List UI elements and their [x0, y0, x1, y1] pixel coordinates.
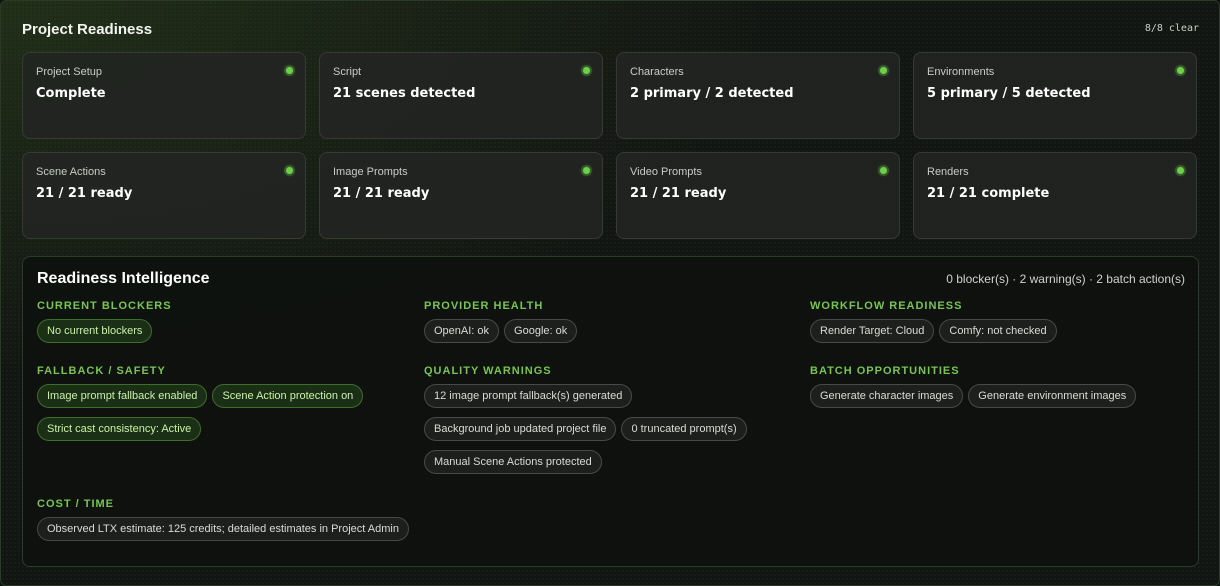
section-heading: QUALITY WARNINGS [424, 365, 552, 377]
status-dot-icon [286, 167, 293, 174]
card-value: 5 primary / 5 detected [927, 86, 1091, 101]
card-label: Characters [630, 66, 684, 78]
card-value: 21 / 21 ready [333, 186, 430, 201]
section-fallback-safety: FALLBACK / SAFETY Image prompt fallback … [37, 365, 407, 441]
card-value: 21 / 21 ready [630, 186, 727, 201]
card-value: 2 primary / 2 detected [630, 86, 794, 101]
chip-manual-scene-actions: Manual Scene Actions protected [424, 450, 602, 474]
card-video-prompts: Video Prompts 21 / 21 ready [616, 152, 900, 239]
status-dot-icon [1177, 67, 1184, 74]
status-dot-icon [880, 167, 887, 174]
chip-background-job: Background job updated project file [424, 417, 617, 441]
card-environments: Environments 5 primary / 5 detected [913, 52, 1197, 139]
chip-scene-action-protection: Scene Action protection on [212, 384, 364, 408]
chip-cost-estimate: Observed LTX estimate: 125 credits; deta… [37, 517, 409, 541]
chip-image-prompt-fallback: Image prompt fallback enabled [37, 384, 208, 408]
chip-comfy-status: Comfy: not checked [939, 319, 1057, 343]
chip-strict-cast-consistency: Strict cast consistency: Active [37, 417, 202, 441]
card-label: Environments [927, 66, 995, 78]
section-heading: FALLBACK / SAFETY [37, 365, 166, 377]
card-value: 21 / 21 ready [36, 186, 133, 201]
generate-environment-images-button[interactable]: Generate environment images [968, 384, 1137, 408]
intelligence-title: Readiness Intelligence [37, 270, 210, 287]
status-dot-icon [1177, 167, 1184, 174]
clear-status: 8/8 clear [1144, 23, 1199, 34]
card-scene-actions: Scene Actions 21 / 21 ready [22, 152, 306, 239]
section-quality-warnings: QUALITY WARNINGS 12 image prompt fallbac… [424, 365, 794, 474]
status-dot-icon [286, 67, 293, 74]
status-dot-icon [583, 167, 590, 174]
card-value: 21 scenes detected [333, 86, 476, 101]
section-current-blockers: CURRENT BLOCKERS No current blockers [37, 300, 407, 343]
card-label: Image Prompts [333, 166, 408, 178]
chip-truncated-prompts: 0 truncated prompt(s) [621, 417, 747, 441]
section-cost-time: COST / TIME Observed LTX estimate: 125 c… [37, 498, 537, 541]
status-dot-icon [583, 67, 590, 74]
section-heading: COST / TIME [37, 498, 114, 510]
section-heading: PROVIDER HEALTH [424, 300, 544, 312]
card-label: Renders [927, 166, 969, 178]
section-heading: CURRENT BLOCKERS [37, 300, 172, 312]
panel-title: Project Readiness [22, 21, 153, 38]
chip-render-target: Render Target: Cloud [810, 319, 935, 343]
card-value: 21 / 21 complete [927, 186, 1050, 201]
card-project-setup: Project Setup Complete [22, 52, 306, 139]
card-renders: Renders 21 / 21 complete [913, 152, 1197, 239]
section-heading: BATCH OPPORTUNITIES [810, 365, 960, 377]
chip-image-prompt-fallbacks: 12 image prompt fallback(s) generated [424, 384, 633, 408]
section-provider-health: PROVIDER HEALTH OpenAI: ok Google: ok [424, 300, 794, 343]
section-heading: WORKFLOW READINESS [810, 300, 963, 312]
card-label: Script [333, 66, 362, 78]
card-characters: Characters 2 primary / 2 detected [616, 52, 900, 139]
card-label: Scene Actions [36, 166, 106, 178]
card-image-prompts: Image Prompts 21 / 21 ready [319, 152, 603, 239]
chip-no-blockers: No current blockers [37, 319, 153, 343]
card-label: Project Setup [36, 66, 103, 78]
project-readiness-panel: Project Readiness 8/8 clear Project Setu… [0, 0, 1220, 586]
chip-openai-status: OpenAI: ok [424, 319, 500, 343]
intelligence-summary: 0 blocker(s) · 2 warning(s) · 2 batch ac… [946, 272, 1185, 286]
chip-google-status: Google: ok [504, 319, 578, 343]
card-script: Script 21 scenes detected [319, 52, 603, 139]
readiness-intelligence: Readiness Intelligence 0 blocker(s) · 2 … [22, 256, 1199, 567]
status-dot-icon [880, 67, 887, 74]
card-label: Video Prompts [630, 166, 702, 178]
generate-character-images-button[interactable]: Generate character images [810, 384, 964, 408]
card-value: Complete [36, 86, 106, 101]
section-workflow-readiness: WORKFLOW READINESS Render Target: Cloud … [810, 300, 1180, 343]
section-batch-opportunities: BATCH OPPORTUNITIES Generate character i… [810, 365, 1180, 408]
